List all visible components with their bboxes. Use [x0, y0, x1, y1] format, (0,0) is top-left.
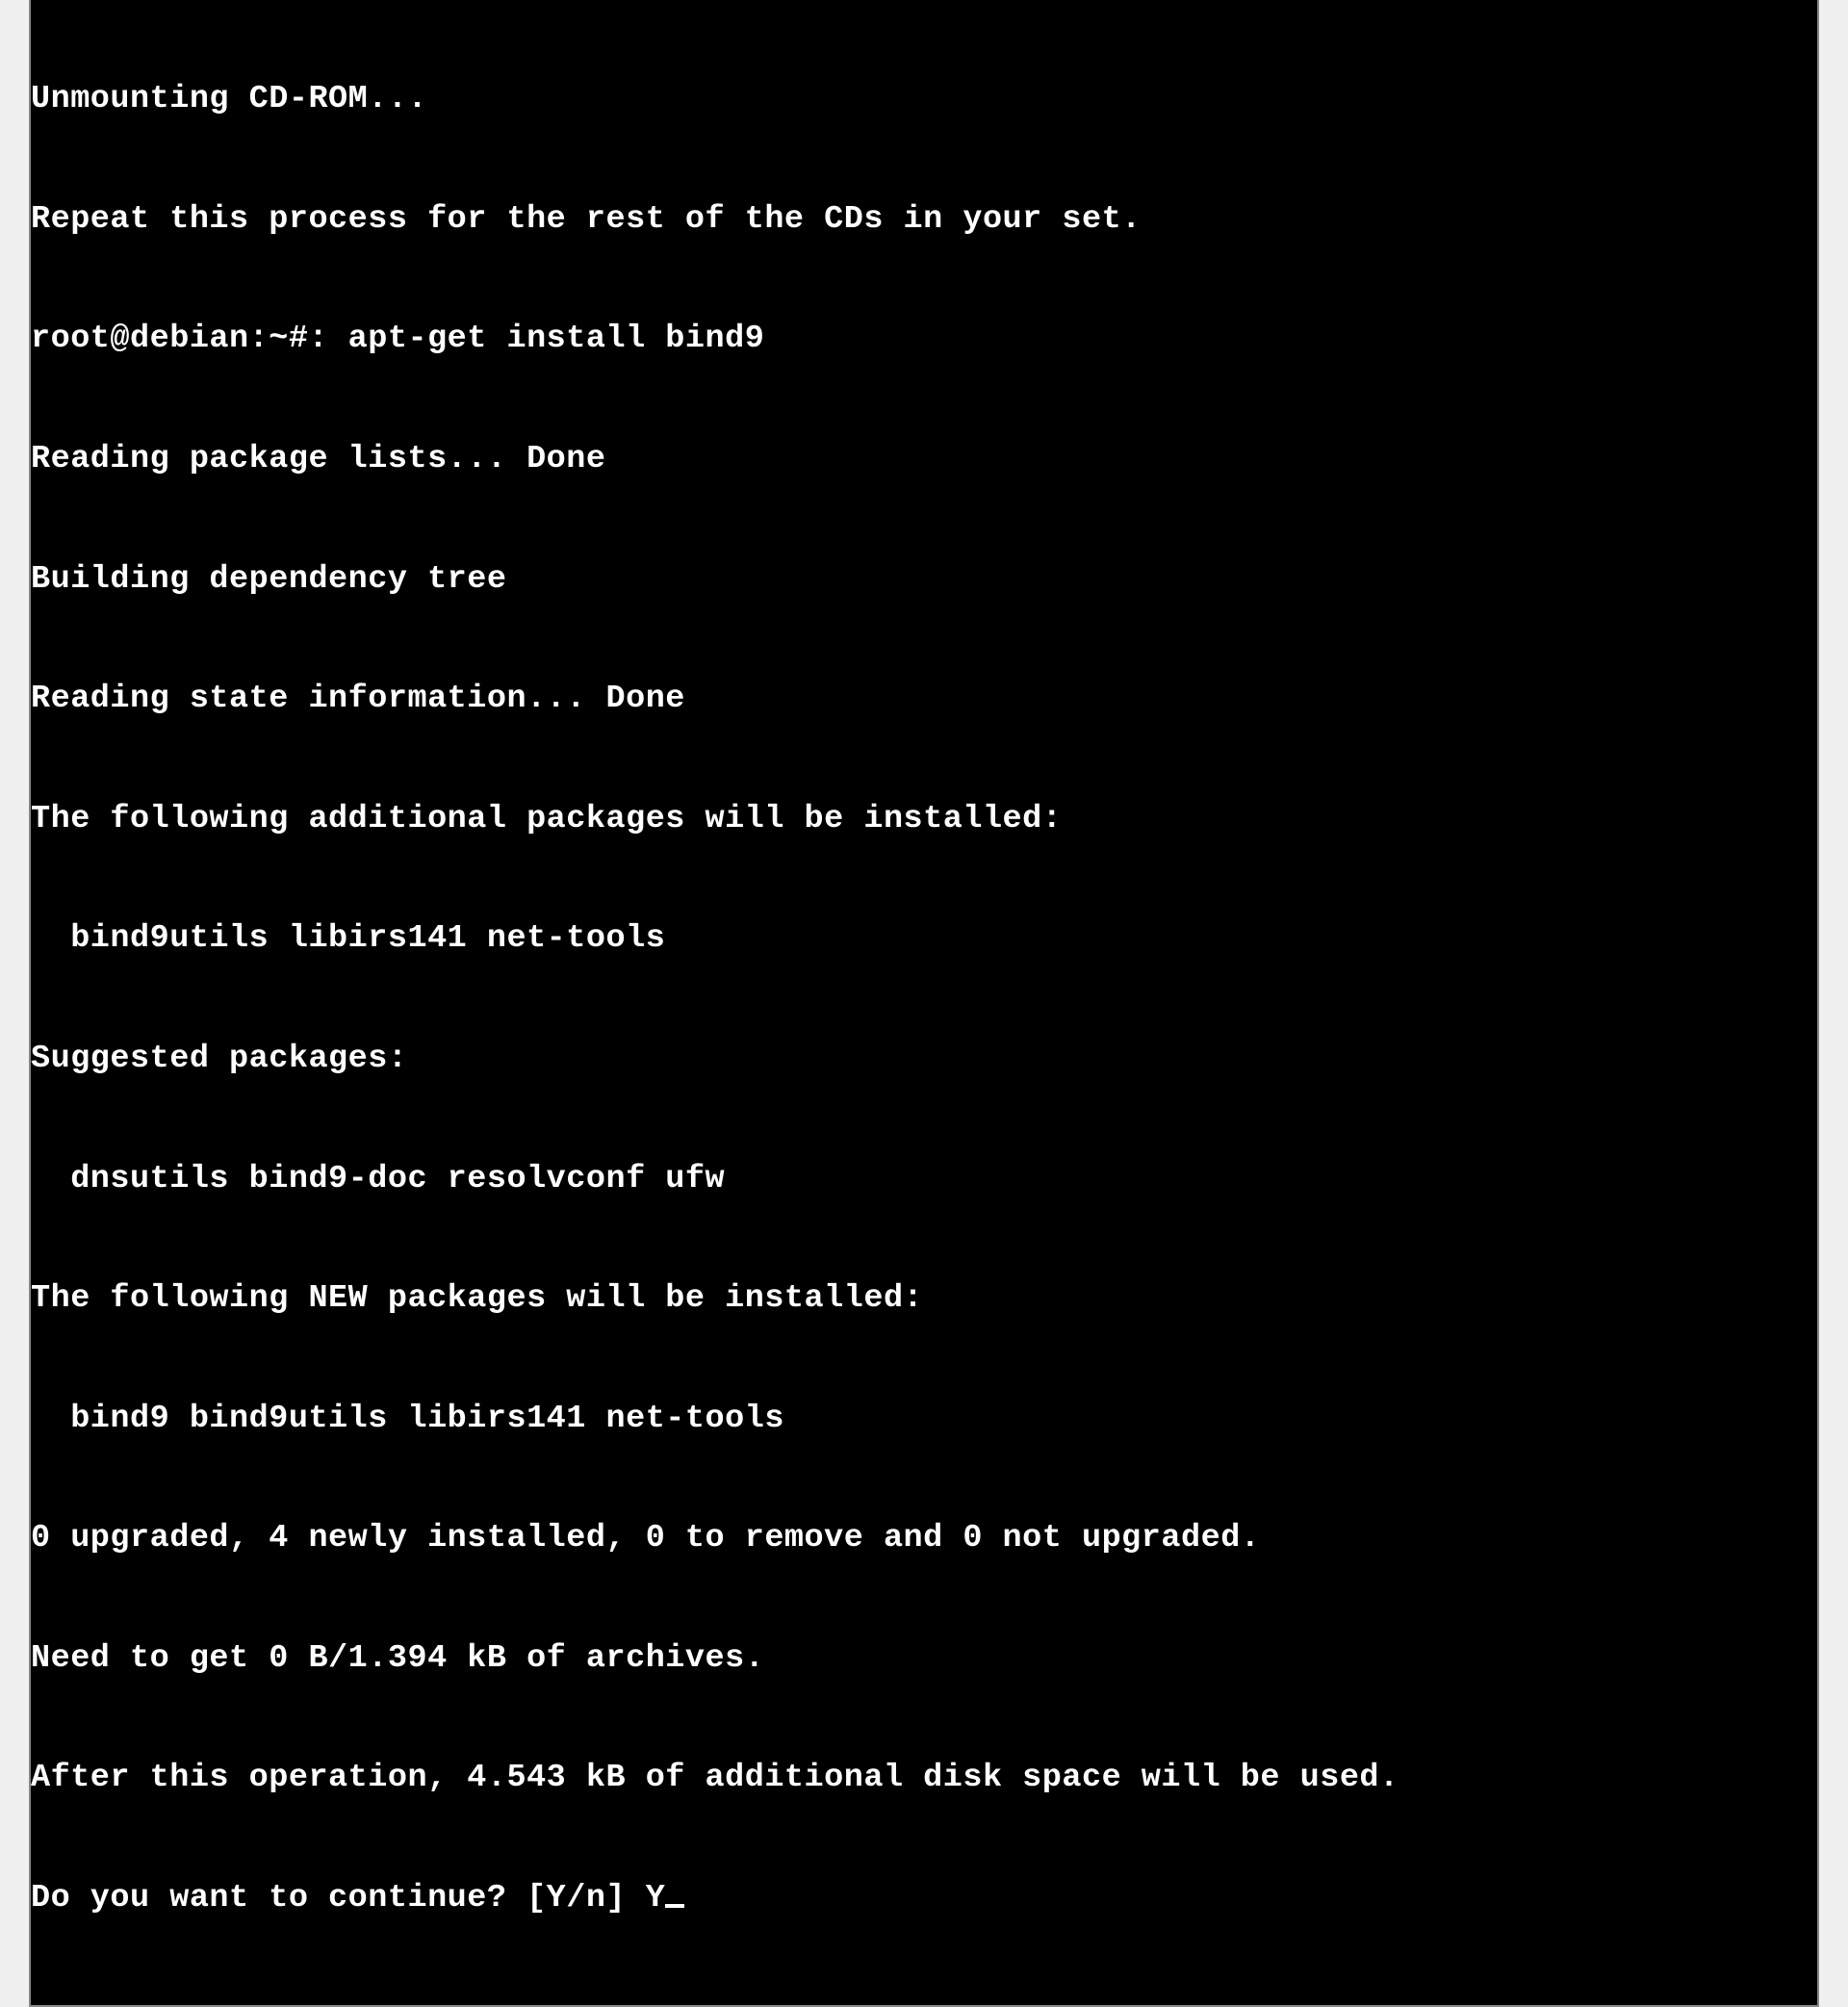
terminal-line: Unmounting CD-ROM... — [31, 80, 1817, 120]
terminal-line: bind9utils libirs141 net-tools — [31, 919, 1817, 960]
terminal-line: The following NEW packages will be insta… — [31, 1279, 1817, 1320]
terminal-prompt-line[interactable]: Do you want to continue? [Y/n] Y — [31, 1879, 1817, 1919]
terminal-line: Suggested packages: — [31, 1040, 1817, 1080]
prompt-question: Do you want to continue? [Y/n] — [31, 1879, 646, 1919]
terminal-line: 0 upgraded, 4 newly installed, 0 to remo… — [31, 1519, 1817, 1559]
terminal-line: Repeat this process for the rest of the … — [31, 200, 1817, 241]
terminal-line: bind9 bind9utils libirs141 net-tools — [31, 1400, 1817, 1440]
terminal-line: Building dependency tree — [31, 560, 1817, 601]
terminal-line: Need to get 0 B/1.394 kB of archives. — [31, 1639, 1817, 1680]
terminal-line: Reading package lists... Done — [31, 440, 1817, 480]
terminal-line: Reading state information... Done — [31, 680, 1817, 720]
terminal-line: The following additional packages will b… — [31, 800, 1817, 840]
terminal-line-command: root@debian:~#: apt-get install bind9 — [31, 320, 1817, 360]
terminal-line: dnsutils bind9-doc resolvconf ufw — [31, 1160, 1817, 1200]
terminal-line: After this operation, 4.543 kB of additi… — [31, 1759, 1817, 1799]
terminal-output[interactable]: 714-11:11' This disc is called: 'Debian … — [31, 0, 1817, 1999]
terminal-window: 714-11:11' This disc is called: 'Debian … — [29, 0, 1819, 2007]
user-input[interactable]: Y — [646, 1879, 666, 1919]
cursor-icon — [665, 1904, 684, 1907]
